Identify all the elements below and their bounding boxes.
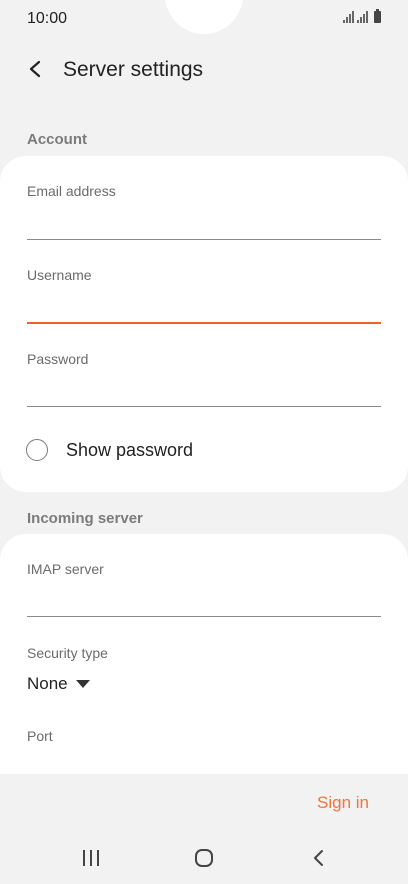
section-label-account: Account bbox=[27, 131, 87, 148]
signal-icon-2 bbox=[357, 11, 368, 23]
system-nav-bar bbox=[0, 834, 408, 884]
email-label: Email address bbox=[27, 183, 116, 199]
status-bar: 10:00 bbox=[0, 0, 408, 36]
imap-server-field[interactable] bbox=[27, 590, 381, 617]
app-header: Server settings bbox=[0, 50, 408, 90]
password-label: Password bbox=[27, 351, 89, 367]
back-button[interactable] bbox=[22, 54, 50, 84]
battery-icon bbox=[374, 9, 381, 23]
recent-apps-button[interactable] bbox=[77, 846, 105, 870]
security-type-value: None bbox=[27, 674, 68, 693]
imap-server-label: IMAP server bbox=[27, 561, 104, 577]
show-password-checkbox[interactable] bbox=[26, 439, 48, 461]
sign-in-button[interactable]: Sign in bbox=[317, 793, 369, 813]
account-card: Email address Username Password Show pas… bbox=[0, 156, 408, 492]
show-password-label[interactable]: Show password bbox=[66, 440, 193, 461]
bottom-action-bar: Sign in bbox=[0, 774, 408, 834]
section-label-incoming: Incoming server bbox=[27, 510, 143, 527]
chevron-left-icon bbox=[29, 60, 41, 78]
username-field[interactable] bbox=[27, 296, 381, 324]
port-label: Port bbox=[27, 728, 53, 744]
nav-back-button[interactable] bbox=[305, 846, 333, 870]
security-type-label: Security type bbox=[27, 645, 108, 661]
home-icon bbox=[195, 849, 213, 867]
back-icon bbox=[314, 850, 323, 866]
caret-down-icon bbox=[75, 680, 90, 688]
home-button[interactable] bbox=[190, 846, 218, 870]
security-type-dropdown[interactable]: None bbox=[27, 674, 90, 694]
incoming-card: IMAP server Security type None Port bbox=[0, 534, 408, 794]
status-time: 10:00 bbox=[27, 10, 68, 27]
signal-icon bbox=[343, 11, 354, 23]
email-field[interactable] bbox=[27, 213, 381, 240]
username-label: Username bbox=[27, 267, 92, 283]
status-icons bbox=[343, 9, 381, 23]
camera-notch bbox=[165, 0, 243, 34]
recent-apps-icon bbox=[83, 850, 99, 866]
password-field[interactable] bbox=[27, 380, 381, 407]
page-title: Server settings bbox=[63, 58, 204, 81]
